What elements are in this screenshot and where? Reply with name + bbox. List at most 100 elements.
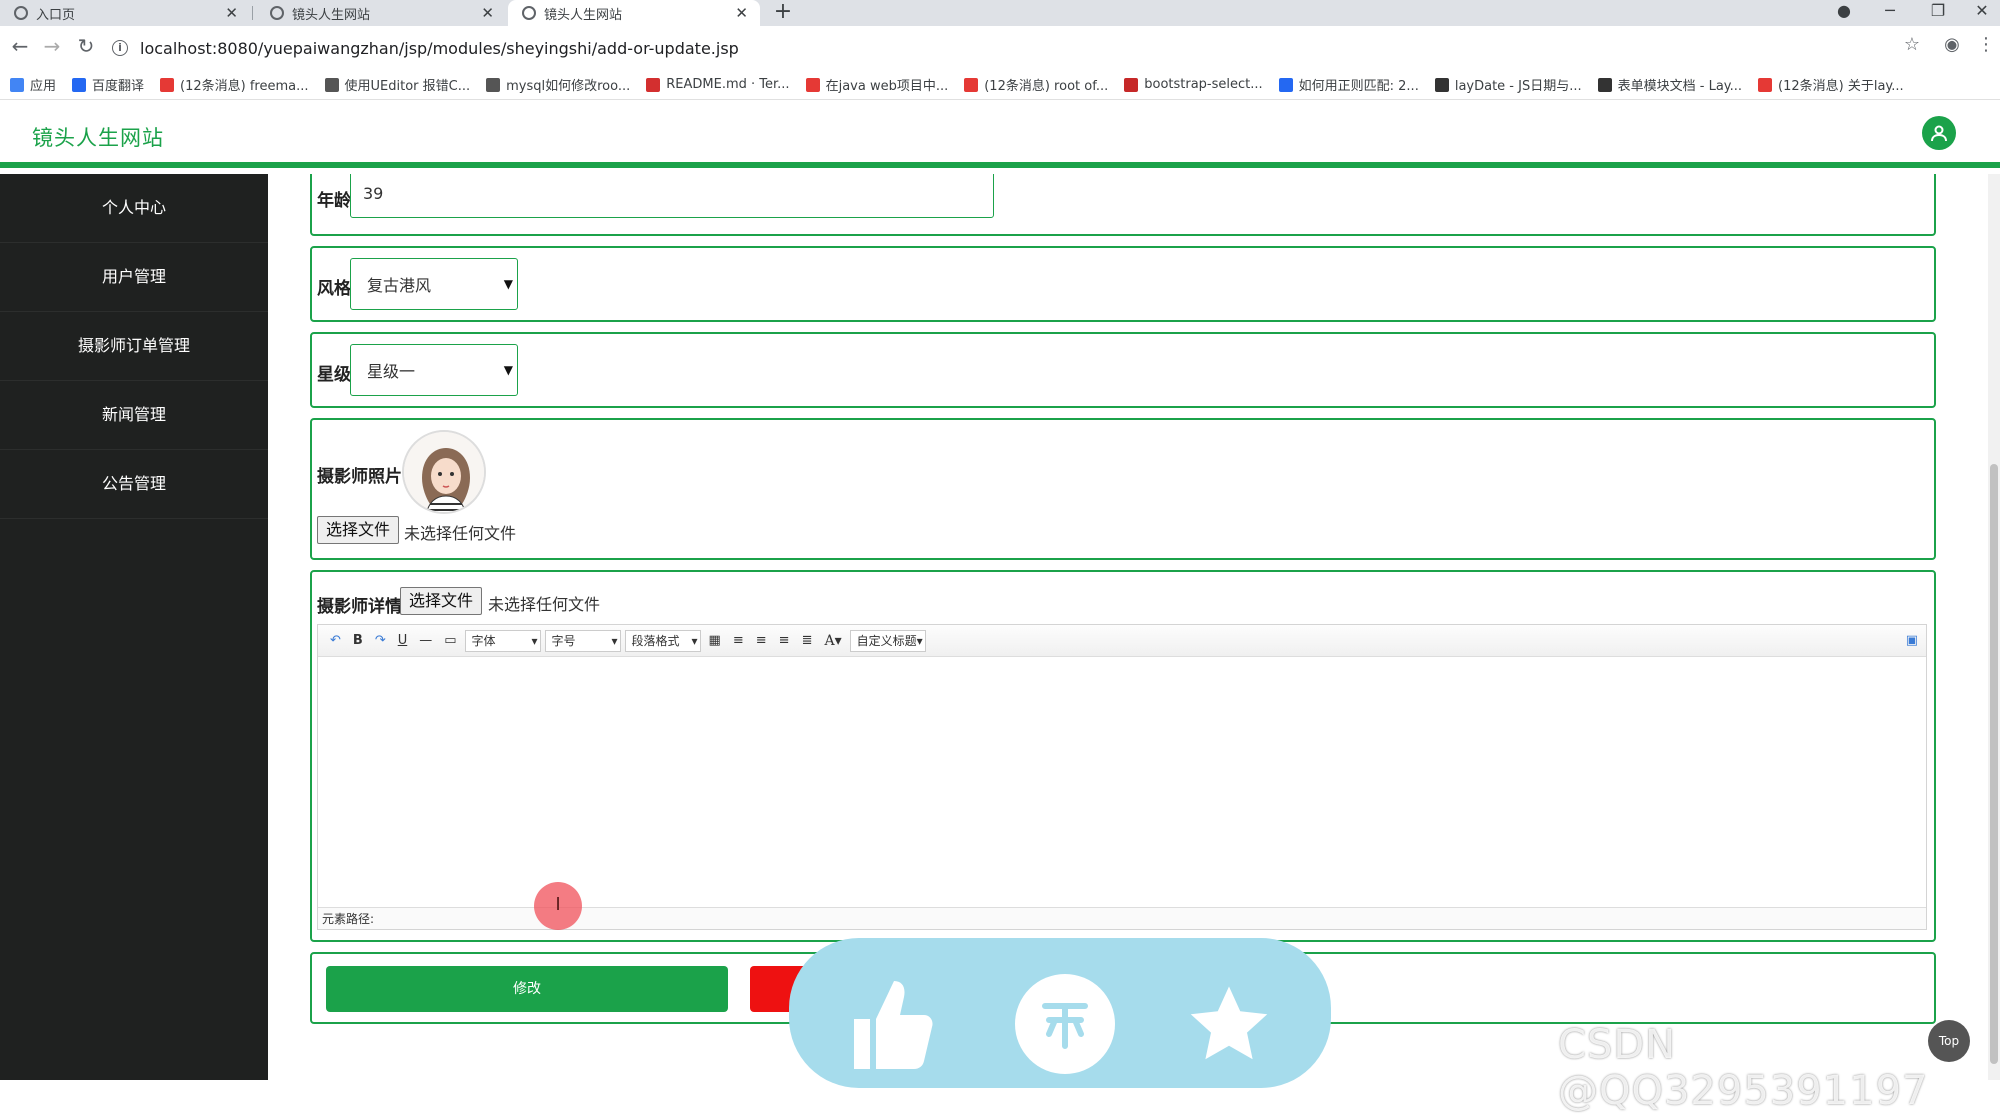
browser-tab[interactable]: 镜头人生网站 ✕ <box>256 0 506 26</box>
new-tab-button[interactable]: + <box>770 0 796 26</box>
age-panel: 年龄 39 <box>310 174 1936 236</box>
more-icon[interactable]: ⋮ <box>1972 34 2000 55</box>
user-avatar-icon[interactable] <box>1922 116 1956 150</box>
bookmark-item[interactable]: 百度翻译 <box>72 75 144 94</box>
sidebar: 个人中心 用户管理 摄影师订单管理 新闻管理 公告管理 <box>0 174 268 1080</box>
tab-title: 镜头人生网站 <box>292 7 371 23</box>
tab-title: 镜头人生网站 <box>544 7 623 23</box>
font-size-select[interactable]: 字号 ▾ <box>544 629 621 652</box>
browser-tab-bar: 入口页 ✕ 镜头人生网站 ✕ 镜头人生网站 ✕ + ● ─ ❐ ✕ <box>0 0 2000 26</box>
age-input[interactable]: 39 <box>350 174 994 218</box>
underline-icon[interactable]: U <box>398 633 408 648</box>
font-size-label: 字号 <box>551 633 576 648</box>
like-icon[interactable] <box>839 974 939 1074</box>
bookmark-item[interactable]: README.md · Ter... <box>646 77 790 92</box>
bookmark-star-icon[interactable]: ☆ <box>1898 34 1926 55</box>
custom-title-select[interactable]: 自定义标题 ▾ <box>849 629 926 652</box>
rating-select-value: 星级一 <box>367 362 416 381</box>
bookmark-favicon-icon <box>1597 77 1612 92</box>
bookmark-item[interactable]: layDate - JS日期与... <box>1434 75 1582 94</box>
bookmark-favicon-icon <box>1278 77 1293 92</box>
browser-tab[interactable]: 入口页 ✕ <box>0 0 250 26</box>
close-icon[interactable]: ✕ <box>735 4 748 22</box>
sidebar-item-user-management[interactable]: 用户管理 <box>0 243 268 312</box>
table-icon[interactable]: ▦ <box>709 633 721 648</box>
submit-button[interactable]: 修改 <box>326 966 728 1012</box>
bookmark-favicon-icon <box>805 77 820 92</box>
custom-title-label: 自定义标题 <box>856 633 917 648</box>
bookmark-favicon-icon <box>160 77 175 92</box>
photo-panel: 摄影师照片 选择文件 未选择任何文件 <box>310 418 1936 560</box>
close-icon[interactable]: ✕ <box>481 4 494 22</box>
page-icon[interactable]: ▭ <box>444 633 456 648</box>
bookmark-label: 使用UEditor 报错C... <box>344 79 471 94</box>
browser-tab-active[interactable]: 镜头人生网站 ✕ <box>508 0 760 26</box>
back-to-top-button[interactable]: Top <box>1928 1020 1970 1062</box>
style-select[interactable]: 复古港风 ▼ <box>350 258 518 310</box>
rating-label: 星级 <box>317 365 351 385</box>
editor-toolbar: ↶ B ↷ U — ▭ 字体 ▾ 字号 ▾ 段落格式 ▾ ▦ ≡ ≡ ≡ ≣ A▾ 自… <box>318 625 1926 657</box>
sidebar-item-photographer-orders[interactable]: 摄影师订单管理 <box>0 312 268 381</box>
bookmark-item[interactable]: (12条消息) root of... <box>964 75 1108 94</box>
bookmark-item[interactable]: (12条消息) 关于lay... <box>1758 75 1904 94</box>
redo-icon[interactable]: ↷ <box>375 633 386 648</box>
forward-icon[interactable]: → <box>38 34 66 58</box>
bookmark-item[interactable]: 应用 <box>10 75 56 94</box>
sidebar-item-news-management[interactable]: 新闻管理 <box>0 381 268 450</box>
account-icon[interactable]: ◉ <box>1938 34 1966 55</box>
sidebar-item-personal-center[interactable]: 个人中心 <box>0 174 268 243</box>
rating-select[interactable]: 星级一 ▼ <box>350 344 518 396</box>
photo-file-status: 未选择任何文件 <box>404 524 517 543</box>
bookmark-favicon-icon <box>964 77 979 92</box>
chevron-down-icon: ▼ <box>503 363 513 377</box>
undo-icon[interactable]: ↶ <box>330 633 341 648</box>
bookmark-favicon-icon <box>10 77 24 92</box>
coin-icon[interactable] <box>1015 974 1115 1074</box>
bookmark-label: (12条消息) 关于lay... <box>1778 79 1904 94</box>
url-field[interactable]: i localhost:8080/yuepaiwangzhan/jsp/modu… <box>112 30 1912 66</box>
restore-icon[interactable]: ❐ <box>1918 0 1958 26</box>
paragraph-format-label: 段落格式 <box>631 633 680 648</box>
minimize-icon[interactable]: ─ <box>1870 0 1910 26</box>
scrollbar[interactable] <box>1988 174 2000 1080</box>
detail-file-status: 未选择任何文件 <box>488 595 601 614</box>
window-close-icon[interactable]: ✕ <box>1962 0 2000 26</box>
chevron-down-icon: ▼ <box>503 277 513 291</box>
bold-icon[interactable]: B <box>353 633 363 648</box>
font-family-select[interactable]: 字体 ▾ <box>464 629 541 652</box>
photo-choose-file-button[interactable]: 选择文件 <box>317 516 400 544</box>
close-icon[interactable]: ✕ <box>225 4 238 22</box>
reload-icon[interactable]: ↻ <box>72 34 100 58</box>
detail-choose-file-button[interactable]: 选择文件 <box>400 587 483 615</box>
tab-title: 入口页 <box>36 7 76 23</box>
editor-body[interactable] <box>318 657 1926 909</box>
horizontal-rule-icon[interactable]: — <box>419 633 432 648</box>
bookmark-favicon-icon <box>1124 77 1139 92</box>
sidebar-item-notice-management[interactable]: 公告管理 <box>0 450 268 519</box>
bookmark-label: (12条消息) root of... <box>984 79 1109 94</box>
site-icon <box>270 6 284 20</box>
back-icon[interactable]: ← <box>6 34 34 58</box>
align-justify-icon[interactable]: ≣ <box>802 633 813 648</box>
font-color-icon[interactable]: A▾ <box>824 633 841 649</box>
bookmark-item[interactable]: 在java web项目中... <box>805 75 948 94</box>
bookmark-item[interactable]: mysql如何修改roo... <box>486 75 630 94</box>
align-left-icon[interactable]: ≡ <box>733 633 744 648</box>
fullscreen-icon[interactable]: ▣ <box>1906 633 1918 648</box>
bookmark-item[interactable]: 使用UEditor 报错C... <box>324 75 471 94</box>
align-center-icon[interactable]: ≡ <box>779 633 790 648</box>
paragraph-format-select[interactable]: 段落格式 ▾ <box>624 629 701 652</box>
bookmark-item[interactable]: bootstrap-select... <box>1124 77 1263 92</box>
bookmark-favicon-icon <box>324 77 339 92</box>
info-icon[interactable]: i <box>112 40 128 56</box>
bookmark-label: bootstrap-select... <box>1144 77 1263 92</box>
align-right-icon[interactable]: ≡ <box>756 633 767 648</box>
bookmark-item[interactable]: 表单模块文档 - Lay... <box>1597 75 1743 94</box>
profile-menu-icon[interactable]: ● <box>1824 0 1864 26</box>
star-icon[interactable] <box>1179 974 1279 1074</box>
bookmark-item[interactable]: (12条消息) freema... <box>160 75 309 94</box>
scroll-thumb[interactable] <box>1990 464 1998 1064</box>
bookmark-item[interactable]: 如何用正则匹配: 2... <box>1278 75 1419 94</box>
rating-panel: 星级 星级一 ▼ <box>310 332 1936 408</box>
bookmark-label: 表单模块文档 - Lay... <box>1617 79 1743 94</box>
